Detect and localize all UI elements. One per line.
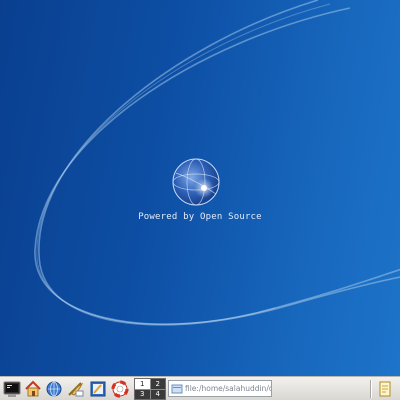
globe-logo-icon	[172, 158, 220, 206]
mail-launcher-button[interactable]	[66, 379, 86, 399]
notes-icon	[379, 381, 391, 397]
tagline-text: Powered by Open Source	[138, 212, 262, 222]
home-launcher-button[interactable]	[23, 379, 43, 399]
terminal-icon	[3, 381, 21, 397]
desktop-pager: 1 2 3 4	[134, 378, 166, 400]
taskbar: 1 2 3 4 file:/home/salahuddin/desi	[0, 376, 400, 400]
konqueror-icon	[46, 381, 62, 397]
location-input[interactable]: file:/home/salahuddin/desi	[168, 380, 272, 397]
kate-icon	[90, 381, 106, 397]
browser-launcher-button[interactable]	[44, 379, 64, 399]
tray-notes-button[interactable]	[376, 379, 396, 399]
desktop[interactable]: Powered by Open Source	[0, 0, 400, 376]
terminal-launcher-button[interactable]	[2, 379, 22, 399]
taskbar-separator	[370, 380, 372, 398]
kmail-icon	[68, 382, 84, 397]
editor-launcher-button[interactable]	[88, 379, 108, 399]
help-lifebuoy-icon	[111, 380, 129, 398]
pager-desktop-4[interactable]: 4	[150, 389, 165, 399]
help-launcher-button[interactable]	[110, 379, 130, 399]
location-value: file:/home/salahuddin/desi	[185, 384, 271, 393]
pager-desktop-1[interactable]: 1	[135, 379, 150, 389]
home-folder-icon	[25, 380, 41, 397]
pager-desktop-2[interactable]: 2	[150, 379, 165, 389]
pager-desktop-3[interactable]: 3	[135, 389, 150, 399]
file-location-icon	[171, 384, 183, 393]
